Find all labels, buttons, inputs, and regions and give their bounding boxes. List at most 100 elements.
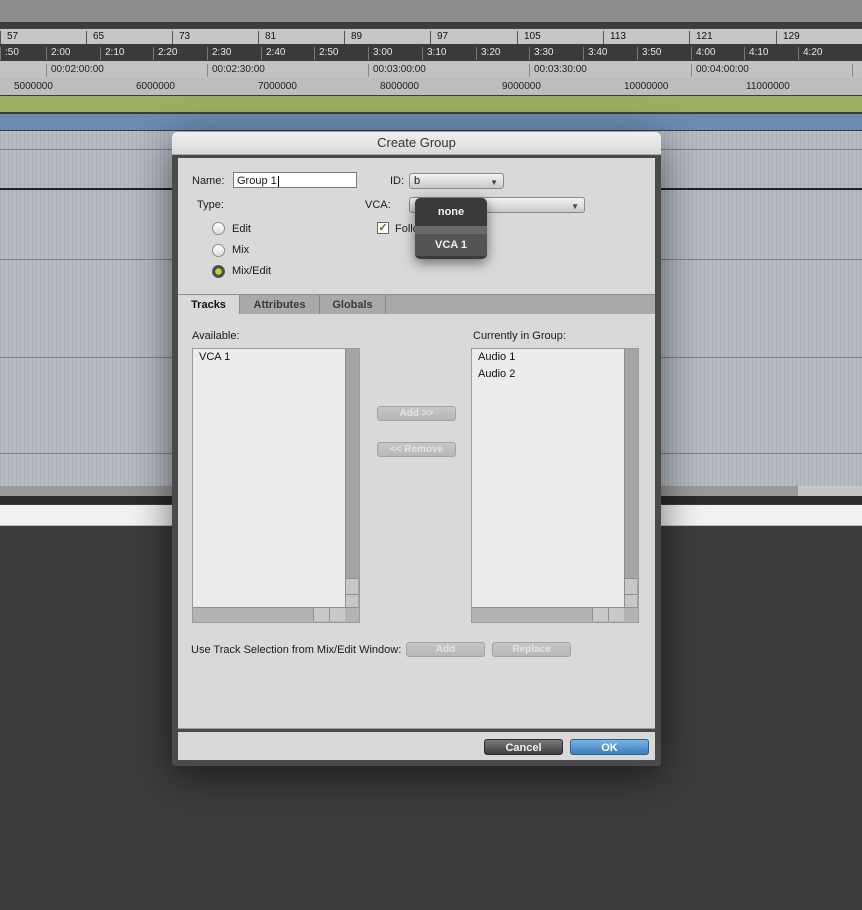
marker-lane[interactable] bbox=[0, 96, 862, 112]
samples-marker: 11000000 bbox=[746, 81, 790, 92]
dialog-footer: Cancel OK bbox=[178, 732, 655, 760]
timecode-marker bbox=[852, 64, 857, 77]
bar-marker: 129 bbox=[776, 31, 800, 45]
minsec-marker: 2:10 bbox=[100, 47, 124, 60]
minsec-marker: 3:20 bbox=[476, 47, 500, 60]
vca-dropdown-menu: none VCA 1 bbox=[415, 198, 487, 259]
timecode-marker: 00:02:30:00 bbox=[207, 64, 265, 77]
tab-globals[interactable]: Globals bbox=[320, 295, 386, 315]
bar-marker: 97 bbox=[430, 31, 448, 45]
samples-marker: 7000000 bbox=[258, 81, 297, 92]
timecode-marker: 00:03:30:00 bbox=[529, 64, 587, 77]
checkmark-icon: ✓ bbox=[378, 222, 388, 234]
group-id-select[interactable]: b ▼ bbox=[409, 173, 504, 189]
scroll-up-button[interactable] bbox=[625, 578, 637, 594]
bar-marker: 89 bbox=[344, 31, 362, 45]
list-item[interactable]: Audio 2 bbox=[478, 368, 515, 380]
timecode-marker: 00:03:00:00 bbox=[368, 64, 426, 77]
track-selection-label: Use Track Selection from Mix/Edit Window… bbox=[191, 644, 402, 656]
bar-marker: 73 bbox=[172, 31, 190, 45]
minsec-marker: 3:40 bbox=[583, 47, 607, 60]
scroll-left-button[interactable] bbox=[313, 608, 329, 621]
bar-marker: 105 bbox=[517, 31, 541, 45]
text-caret bbox=[277, 175, 279, 187]
tab-bar: Tracks Attributes Globals bbox=[178, 294, 655, 315]
available-label: Available: bbox=[192, 330, 240, 342]
minsec-marker: 2:20 bbox=[153, 47, 177, 60]
vca-option-vca-1[interactable]: VCA 1 bbox=[415, 234, 487, 256]
tab-attributes[interactable]: Attributes bbox=[240, 295, 320, 315]
minsec-marker: 2:00 bbox=[46, 47, 70, 60]
selection-replace-button[interactable]: Replace bbox=[492, 642, 571, 657]
list-item[interactable]: Audio 1 bbox=[478, 351, 515, 363]
type-mix-radio[interactable] bbox=[212, 244, 225, 257]
chevron-down-icon: ▼ bbox=[571, 202, 579, 211]
bar-marker: 81 bbox=[258, 31, 276, 45]
selection-add-button[interactable]: Add bbox=[406, 642, 485, 657]
timecode-marker: 00:02:00:00 bbox=[46, 64, 104, 77]
group-tracks-list[interactable]: Audio 1 Audio 2 bbox=[471, 348, 639, 623]
samples-marker: 9000000 bbox=[502, 81, 541, 92]
vca-option-none[interactable]: none bbox=[415, 201, 487, 223]
horizontal-scrollbar[interactable] bbox=[472, 607, 638, 622]
remove-track-button[interactable]: << Remove bbox=[377, 442, 456, 457]
group-name-input[interactable]: Group 1 bbox=[233, 172, 357, 188]
samples-marker: 6000000 bbox=[136, 81, 175, 92]
bars-beats-ruler[interactable]: 57 65 73 81 89 97 105 113 121 129 bbox=[0, 28, 862, 45]
minsec-marker: 3:50 bbox=[637, 47, 661, 60]
min-secs-ruler[interactable]: :50 2:00 2:10 2:20 2:30 2:40 2:50 3:00 3… bbox=[0, 44, 862, 61]
vertical-scrollbar[interactable] bbox=[345, 349, 359, 610]
vertical-scrollbar[interactable] bbox=[624, 349, 638, 610]
bar-marker: 113 bbox=[603, 31, 626, 45]
timecode-ruler[interactable]: 00:02:00:00 00:02:30:00 00:03:00:00 00:0… bbox=[0, 61, 862, 78]
scroll-up-button[interactable] bbox=[346, 578, 358, 594]
tempo-lane[interactable] bbox=[0, 114, 862, 130]
minsec-marker: 2:40 bbox=[261, 47, 285, 60]
tracks-tab-panel: Available: VCA 1 Add >> << Remove Curren… bbox=[178, 314, 655, 729]
cancel-button[interactable]: Cancel bbox=[484, 739, 563, 755]
dialog-title[interactable]: Create Group bbox=[172, 132, 661, 155]
vca-label: VCA: bbox=[365, 199, 391, 211]
type-edit-label[interactable]: Edit bbox=[232, 223, 251, 235]
add-track-button[interactable]: Add >> bbox=[377, 406, 456, 421]
samples-marker: 5000000 bbox=[14, 81, 53, 92]
minsec-marker: 3:30 bbox=[529, 47, 553, 60]
type-label: Type: bbox=[197, 199, 224, 211]
scroll-right-button[interactable] bbox=[329, 608, 345, 621]
type-mix-edit-label[interactable]: Mix/Edit bbox=[232, 265, 271, 277]
minsec-marker: 2:50 bbox=[314, 47, 338, 60]
available-tracks-list[interactable]: VCA 1 bbox=[192, 348, 360, 623]
minsec-marker: 3:00 bbox=[368, 47, 392, 60]
type-edit-radio[interactable] bbox=[212, 222, 225, 235]
minsec-marker: 4:20 bbox=[798, 47, 822, 60]
follow-checkbox[interactable]: ✓ bbox=[377, 222, 389, 234]
timecode-marker: 00:04:00:00 bbox=[691, 64, 749, 77]
in-group-label: Currently in Group: bbox=[473, 330, 566, 342]
scroll-left-button[interactable] bbox=[592, 608, 608, 621]
samples-marker: 10000000 bbox=[624, 81, 669, 92]
minsec-marker: 3:10 bbox=[422, 47, 446, 60]
edit-window-toolbar bbox=[0, 0, 862, 22]
group-name-value: Group 1 bbox=[237, 175, 277, 187]
bar-marker: 121 bbox=[689, 31, 713, 45]
id-label: ID: bbox=[390, 175, 405, 187]
bar-marker: 57 bbox=[0, 31, 18, 45]
samples-marker: 8000000 bbox=[380, 81, 419, 92]
minsec-marker: 4:10 bbox=[744, 47, 768, 60]
minsec-marker: 2:30 bbox=[207, 47, 231, 60]
type-mix-edit-radio[interactable] bbox=[212, 265, 225, 278]
bar-marker: 65 bbox=[86, 31, 104, 45]
horizontal-scrollbar[interactable] bbox=[193, 607, 359, 622]
samples-ruler[interactable]: 5000000 6000000 7000000 8000000 9000000 … bbox=[0, 78, 862, 95]
scroll-right-button[interactable] bbox=[608, 608, 624, 621]
tab-tracks[interactable]: Tracks bbox=[178, 295, 240, 315]
chevron-down-icon: ▼ bbox=[490, 178, 498, 187]
minsec-marker: 4:00 bbox=[691, 47, 715, 60]
group-id-value: b bbox=[414, 175, 421, 187]
type-mix-label[interactable]: Mix bbox=[232, 244, 249, 256]
list-item[interactable]: VCA 1 bbox=[199, 351, 230, 363]
ok-button[interactable]: OK bbox=[570, 739, 649, 755]
name-label: Name: bbox=[192, 175, 225, 187]
minsec-marker: :50 bbox=[0, 47, 19, 60]
menu-separator bbox=[415, 226, 487, 234]
